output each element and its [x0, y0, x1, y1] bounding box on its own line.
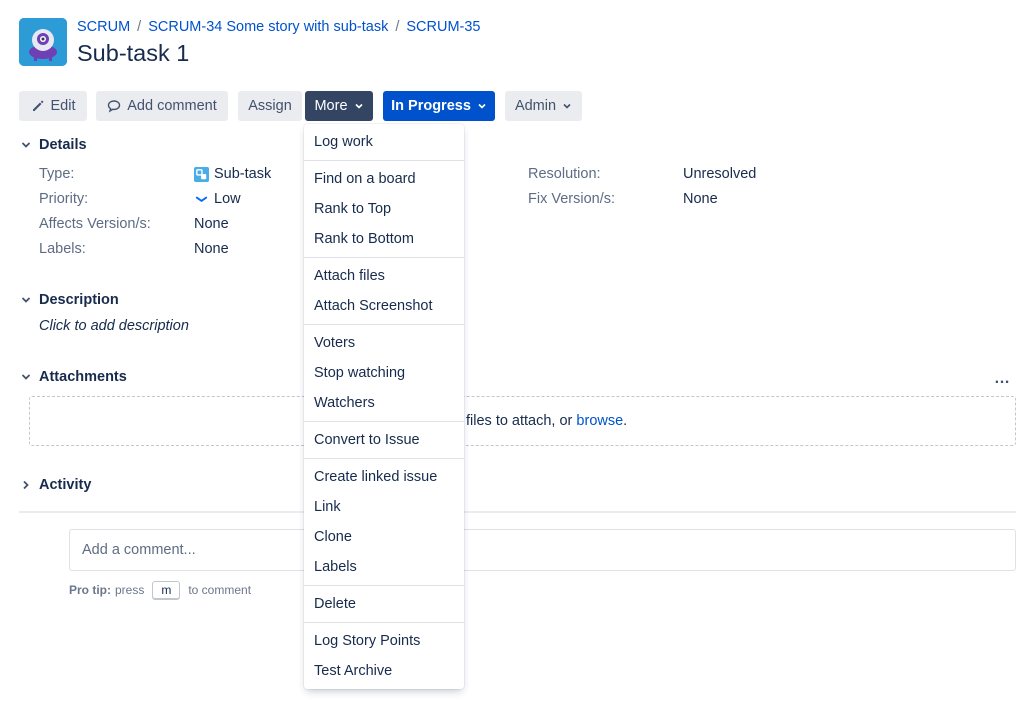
priority-value: Low [194, 191, 241, 207]
admin-button[interactable]: Admin [505, 91, 582, 121]
chevron-down-icon [354, 103, 363, 109]
breadcrumb-separator: / [395, 19, 400, 35]
menu-item-delete[interactable]: Delete [304, 589, 464, 619]
attachments-heading: Attachments [39, 369, 127, 385]
menu-separator [304, 622, 464, 623]
details-heading: Details [39, 137, 87, 153]
chevron-down-icon [478, 103, 486, 109]
attachments-section-toggle[interactable]: Attachments [19, 369, 127, 385]
priority-low-icon [195, 196, 208, 202]
activity-divider [19, 511, 1016, 513]
menu-item-labels[interactable]: Labels [304, 552, 464, 582]
priority-value-text: Low [214, 191, 241, 207]
browse-link[interactable]: browse [576, 413, 623, 429]
chevron-down-icon [19, 293, 33, 307]
assign-button[interactable]: Assign [238, 91, 302, 121]
menu-item-test-archive[interactable]: Test Archive [304, 656, 464, 686]
type-value: Sub-task [194, 166, 271, 182]
menu-item-rank-to-top[interactable]: Rank to Top [304, 194, 464, 224]
details-section-toggle[interactable]: Details [19, 137, 87, 153]
issue-page: SCRUM / SCRUM-34 Some story with sub-tas… [0, 0, 1036, 712]
menu-item-voters[interactable]: Voters [304, 328, 464, 358]
dropzone-text: files to attach, or browse. [466, 413, 627, 429]
menu-item-find-on-board[interactable]: Find on a board [304, 164, 464, 194]
description-placeholder[interactable]: Click to add description [39, 318, 189, 334]
more-dropdown-menu: Log work Find on a board Rank to Top Ran… [304, 124, 464, 689]
breadcrumb-issue-link[interactable]: SCRUM-35 [406, 19, 480, 35]
add-comment-button-label: Add comment [127, 98, 217, 114]
attachment-dropzone[interactable]: files to attach, or browse. [29, 396, 1016, 446]
fix-version-value: None [683, 191, 718, 207]
menu-item-watchers[interactable]: Watchers [304, 388, 464, 418]
page-title: Sub-task 1 [77, 40, 190, 66]
chevron-down-icon [19, 370, 33, 384]
pro-tip: Pro tip: press m to comment [69, 581, 251, 599]
project-avatar[interactable] [19, 18, 67, 66]
pro-tip-suffix: to comment [188, 583, 252, 597]
menu-item-clone[interactable]: Clone [304, 522, 464, 552]
pro-tip-label: Pro tip: [69, 583, 111, 597]
dropzone-text-prefix: files to attach, or [466, 413, 577, 429]
status-button-label: In Progress [391, 98, 471, 114]
type-label: Type: [39, 166, 75, 182]
menu-item-create-linked-issue[interactable]: Create linked issue [304, 462, 464, 492]
add-comment-button[interactable]: Add comment [96, 91, 228, 121]
description-section-toggle[interactable]: Description [19, 292, 119, 308]
menu-separator [304, 257, 464, 258]
menu-item-log-story-points[interactable]: Log Story Points [304, 626, 464, 656]
more-button[interactable]: More [305, 91, 373, 121]
comment-input-placeholder: Add a comment... [82, 542, 196, 558]
attachments-more-icon[interactable]: … [994, 370, 1011, 388]
menu-separator [304, 585, 464, 586]
status-transition-button[interactable]: In Progress [383, 91, 495, 121]
menu-separator [304, 324, 464, 325]
breadcrumb-project-link[interactable]: SCRUM [77, 19, 130, 35]
breadcrumb: SCRUM / SCRUM-34 Some story with sub-tas… [77, 19, 480, 35]
chevron-down-icon [19, 138, 33, 152]
more-button-label: More [314, 98, 348, 114]
edit-button-label: Edit [50, 98, 76, 114]
description-heading: Description [39, 292, 119, 308]
menu-item-stop-watching[interactable]: Stop watching [304, 358, 464, 388]
pencil-icon [32, 100, 43, 111]
project-avatar-icon [19, 18, 67, 66]
affects-version-label: Affects Version/s: [39, 216, 151, 232]
dropzone-text-period: . [623, 413, 628, 429]
fix-version-label: Fix Version/s: [528, 191, 616, 207]
breadcrumb-parent-link[interactable]: SCRUM-34 Some story with sub-task [148, 19, 388, 35]
menu-item-log-work[interactable]: Log work [304, 127, 464, 157]
menu-item-rank-to-bottom[interactable]: Rank to Bottom [304, 224, 464, 254]
menu-separator [304, 458, 464, 459]
type-value-text: Sub-task [214, 166, 272, 182]
menu-item-attach-screenshot[interactable]: Attach Screenshot [304, 291, 464, 321]
menu-item-attach-files[interactable]: Attach files [304, 261, 464, 291]
comment-input[interactable]: Add a comment... [69, 529, 1016, 571]
assign-button-label: Assign [248, 98, 292, 114]
keyboard-shortcut-key: m [152, 581, 181, 599]
menu-item-convert-to-issue[interactable]: Convert to Issue [304, 425, 464, 455]
affects-version-value: None [194, 216, 229, 232]
menu-separator [304, 421, 464, 422]
labels-label: Labels: [39, 241, 86, 257]
priority-label: Priority: [39, 191, 89, 207]
menu-item-link[interactable]: Link [304, 492, 464, 522]
activity-heading: Activity [39, 477, 92, 493]
labels-value: None [194, 241, 229, 257]
menu-separator [304, 160, 464, 161]
chevron-down-icon [563, 103, 571, 109]
chevron-right-icon [19, 478, 33, 492]
pro-tip-press: press [115, 583, 145, 597]
subtask-icon [194, 166, 209, 182]
resolution-label: Resolution: [528, 166, 601, 182]
breadcrumb-separator: / [137, 19, 142, 35]
comment-icon [108, 100, 121, 113]
edit-button[interactable]: Edit [19, 91, 87, 121]
admin-button-label: Admin [514, 98, 557, 114]
activity-section-toggle[interactable]: Activity [19, 477, 91, 493]
resolution-value: Unresolved [683, 166, 757, 182]
